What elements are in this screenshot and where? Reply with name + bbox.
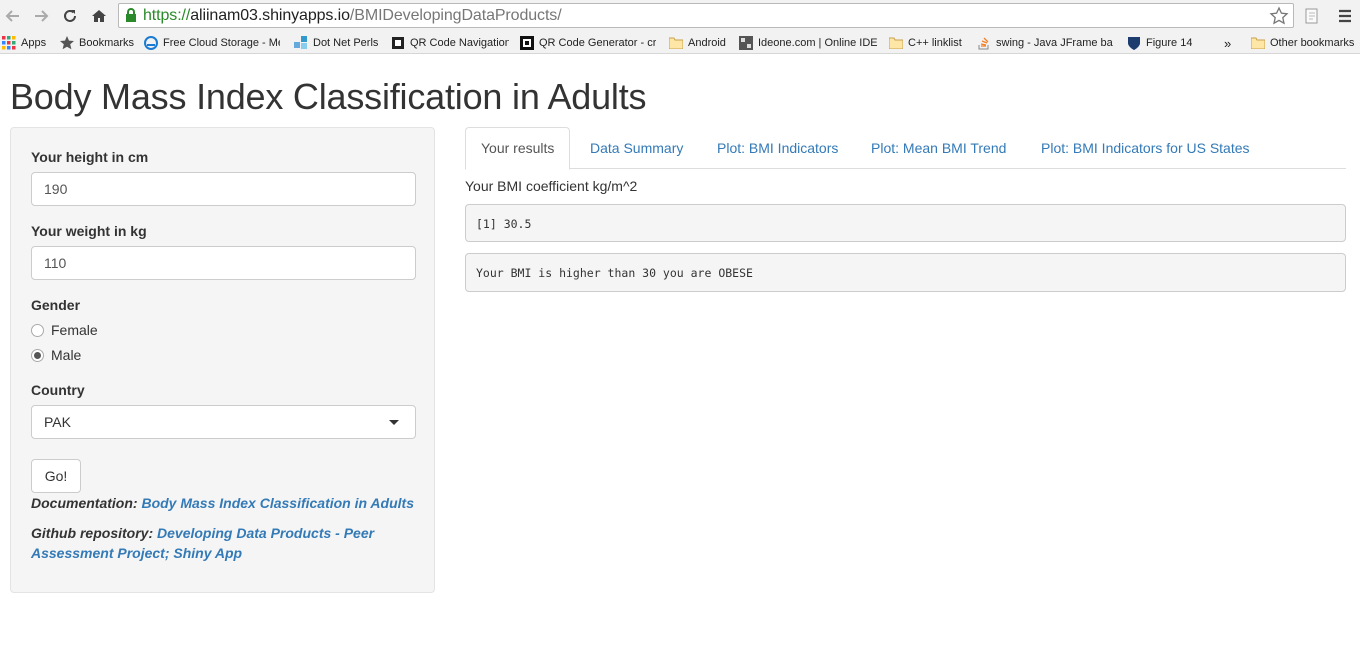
documentation-link[interactable]: Body Mass Index Classification in Adults bbox=[141, 495, 414, 511]
apps-grid-icon bbox=[2, 36, 16, 50]
bookmark-apps[interactable]: Apps bbox=[2, 35, 50, 51]
sidebar-panel: Your height in cm 190 Your weight in kg … bbox=[10, 127, 435, 593]
bookmarks-bar: Apps Bookmarks Free Cloud Storage - Me D… bbox=[0, 32, 1360, 54]
radio-label: Female bbox=[51, 322, 98, 338]
bookmark-label: Other bookmarks bbox=[1270, 37, 1355, 49]
stackoverflow-icon bbox=[977, 36, 991, 50]
bookmark-label: C++ linklist bbox=[908, 37, 962, 49]
bookmark-star-icon[interactable] bbox=[1269, 6, 1289, 31]
bookmark-label: Ideone.com | Online IDE bbox=[758, 37, 877, 49]
tab-plot-bmi-indicators-us-states[interactable]: Plot: BMI Indicators for US States bbox=[1041, 127, 1250, 169]
tab-plot-mean-bmi-trend[interactable]: Plot: Mean BMI Trend bbox=[871, 127, 1006, 169]
caret-down-icon bbox=[389, 420, 399, 425]
bookmark-label: swing - Java JFrame bac bbox=[996, 37, 1113, 49]
bookmark-label: Android bbox=[688, 37, 726, 49]
back-arrow-icon[interactable] bbox=[1, 4, 25, 28]
address-bar[interactable]: https://aliinam03.shinyapps.io/BMIDevelo… bbox=[118, 3, 1294, 28]
tab-your-results[interactable]: Your results bbox=[465, 127, 571, 170]
github-prefix: Github repository: bbox=[31, 525, 154, 541]
qr-generator-icon bbox=[520, 36, 534, 50]
country-select[interactable]: PAK bbox=[31, 405, 416, 439]
folder-icon bbox=[669, 36, 683, 50]
tab-bar: Your results Data Summary Plot: BMI Indi… bbox=[465, 127, 1346, 170]
forward-arrow-icon[interactable] bbox=[29, 4, 53, 28]
bookmark-label: Figure 14 bbox=[1146, 37, 1193, 49]
radio-label: Male bbox=[51, 347, 82, 363]
gender-label: Gender bbox=[31, 297, 81, 313]
bookmark-label: QR Code Generator - cre bbox=[539, 37, 656, 49]
folder-icon bbox=[1251, 36, 1265, 50]
lock-icon bbox=[125, 8, 137, 28]
bookmark-android[interactable]: Android bbox=[669, 35, 729, 51]
classification-output: Your BMI is higher than 30 you are OBESE bbox=[465, 253, 1346, 292]
country-selected-value: PAK bbox=[44, 414, 71, 430]
bookmarks-overflow-button[interactable]: » bbox=[1224, 35, 1238, 51]
url-path: /BMIDevelopingDataProducts/ bbox=[349, 7, 562, 24]
country-label: Country bbox=[31, 382, 85, 398]
bookmark-other-bookmarks[interactable]: Other bookmarks bbox=[1251, 35, 1357, 51]
cloud-icon bbox=[144, 36, 158, 50]
bookmark-label: QR Code Navigation bbox=[410, 37, 509, 49]
reload-icon[interactable] bbox=[58, 4, 82, 28]
radio-button[interactable] bbox=[31, 348, 44, 362]
weight-label: Your weight in kg bbox=[31, 223, 147, 239]
page-title: Body Mass Index Classification in Adults bbox=[10, 76, 647, 117]
bmi-output: [1] 30.5 bbox=[465, 204, 1346, 242]
bookmark-cpp-linklist[interactable]: C++ linklist bbox=[889, 35, 969, 51]
go-button[interactable]: Go! bbox=[31, 459, 81, 493]
url-text: https://aliinam03.shinyapps.io/BMIDevelo… bbox=[143, 7, 562, 25]
extension-icon[interactable] bbox=[1300, 4, 1324, 28]
height-input[interactable]: 190 bbox=[31, 172, 416, 206]
github-line: Github repository: Developing Data Produ… bbox=[31, 523, 421, 563]
weight-input[interactable]: 110 bbox=[31, 246, 416, 280]
bookmark-label: Free Cloud Storage - Me bbox=[163, 37, 280, 49]
ideone-icon bbox=[739, 36, 753, 50]
bookmark-label: Bookmarks bbox=[79, 37, 135, 49]
tab-data-summary[interactable]: Data Summary bbox=[590, 127, 683, 169]
height-label: Your height in cm bbox=[31, 149, 149, 165]
bookmark-free-cloud-storage[interactable]: Free Cloud Storage - Me bbox=[144, 35, 280, 51]
bookmark-label: Dot Net Perls bbox=[313, 37, 378, 49]
gender-option-male[interactable]: Male bbox=[31, 346, 81, 364]
documentation-line: Documentation: Body Mass Index Classific… bbox=[31, 493, 414, 513]
home-icon[interactable] bbox=[87, 4, 111, 28]
bookmark-label: Apps bbox=[21, 37, 47, 49]
shield-icon bbox=[1127, 36, 1141, 50]
bookmark-dot-net-perls[interactable]: Dot Net Perls bbox=[294, 35, 378, 51]
radio-button[interactable] bbox=[31, 323, 44, 337]
url-host: aliinam03.shinyapps.io bbox=[190, 7, 350, 24]
bmi-coefficient-label: Your BMI coefficient kg/m^2 bbox=[465, 178, 638, 194]
bookmark-bookmarks[interactable]: Bookmarks bbox=[60, 35, 135, 51]
documentation-prefix: Documentation: bbox=[31, 495, 138, 511]
menu-icon[interactable] bbox=[1333, 4, 1357, 28]
tab-plot-bmi-indicators[interactable]: Plot: BMI Indicators bbox=[717, 127, 838, 169]
bookmark-figure-14[interactable]: Figure 14 bbox=[1127, 35, 1195, 51]
star-icon bbox=[60, 36, 74, 50]
folder-icon bbox=[889, 36, 903, 50]
bookmark-swing-java[interactable]: swing - Java JFrame bac bbox=[977, 35, 1113, 51]
gender-option-female[interactable]: Female bbox=[31, 321, 98, 339]
dotnet-icon bbox=[294, 36, 308, 50]
qr-icon bbox=[391, 36, 405, 50]
url-scheme: https:// bbox=[143, 7, 191, 24]
bookmark-qr-code-navigation[interactable]: QR Code Navigation bbox=[391, 35, 509, 51]
browser-toolbar: https://aliinam03.shinyapps.io/BMIDevelo… bbox=[0, 0, 1360, 32]
bookmark-qr-code-generator[interactable]: QR Code Generator - cre bbox=[520, 35, 656, 51]
bookmark-ideone[interactable]: Ideone.com | Online IDE bbox=[739, 35, 877, 51]
radio-selected-dot bbox=[34, 351, 41, 359]
